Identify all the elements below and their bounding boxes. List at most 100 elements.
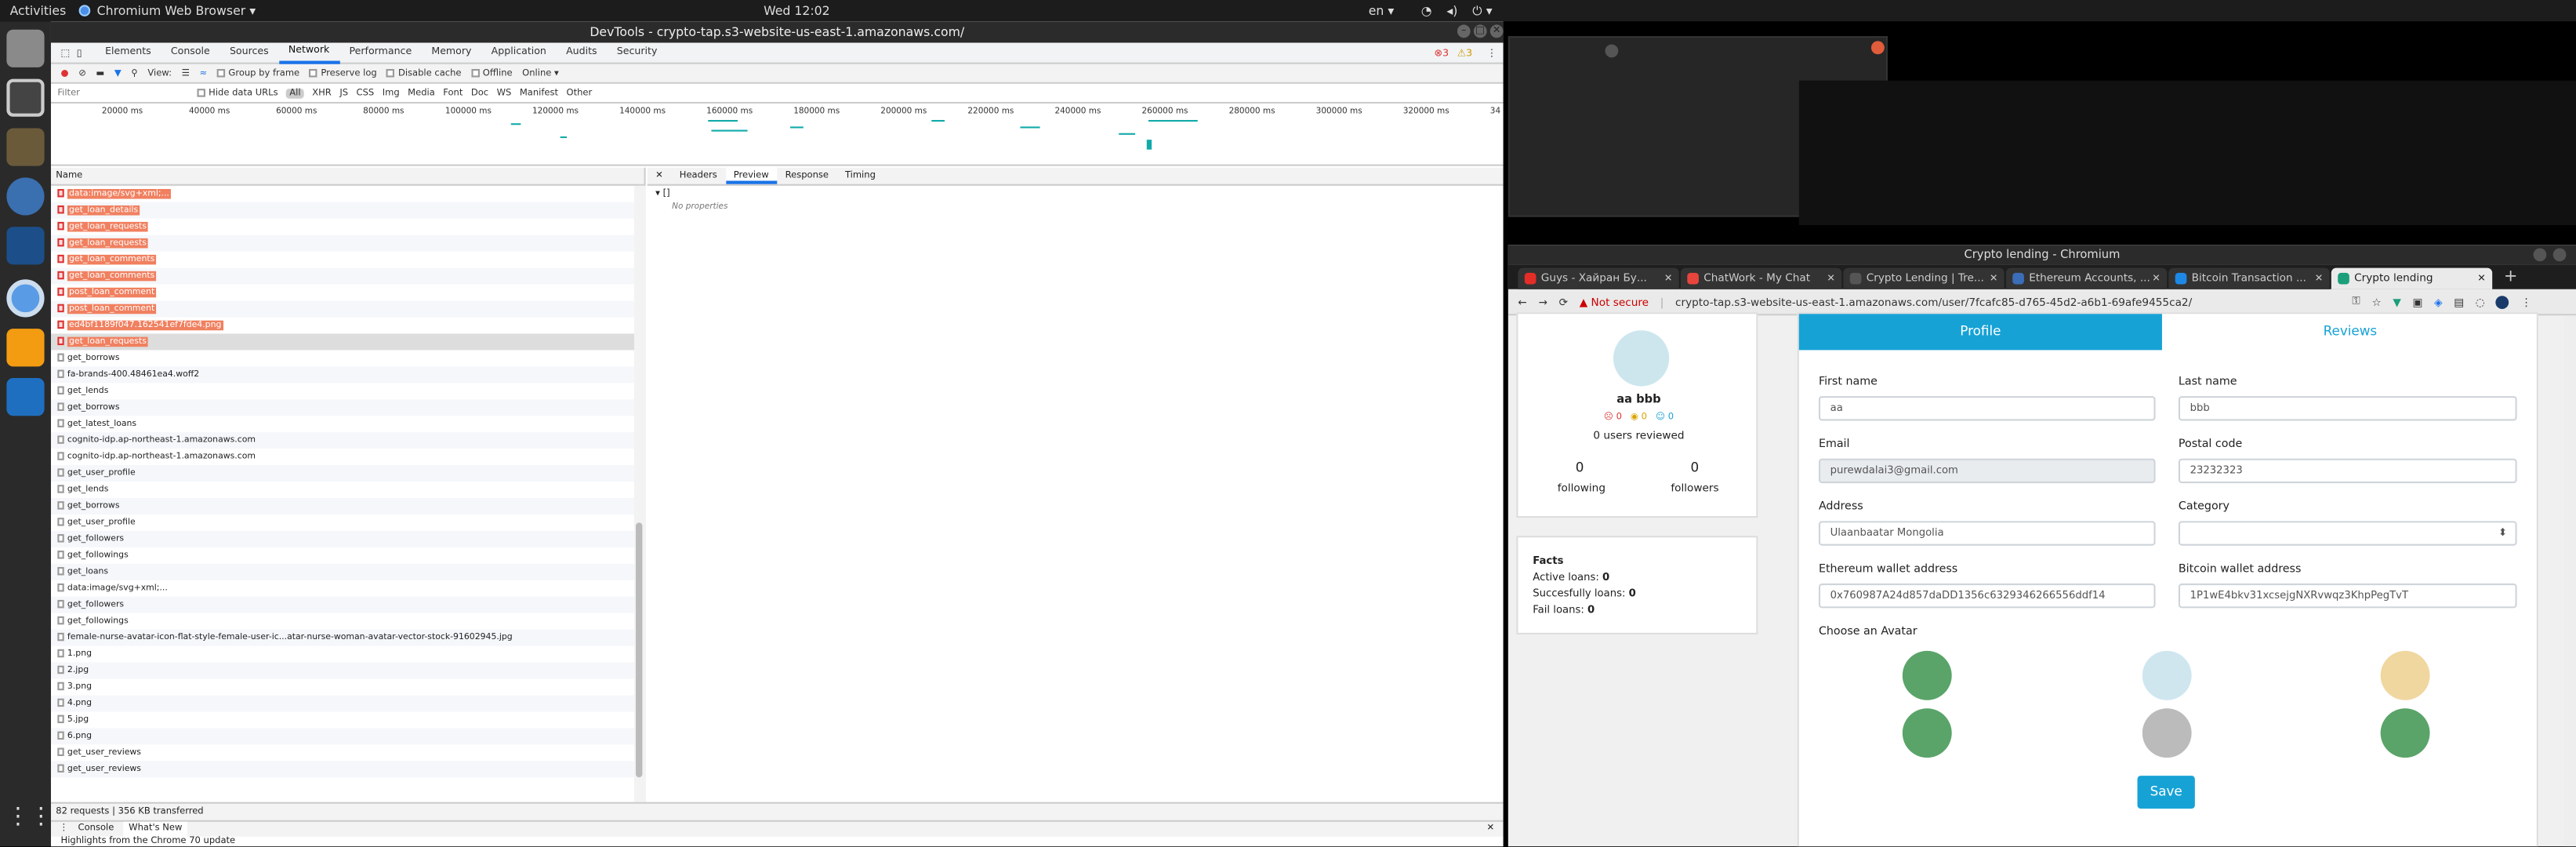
email-input[interactable]: purewdalai3@gmail.com (1818, 458, 2156, 484)
request-row[interactable]: 1.png (51, 646, 644, 663)
request-row[interactable]: get_borrows (50, 399, 644, 416)
close-tab-icon[interactable]: ✕ (2152, 268, 2161, 289)
request-row[interactable]: get_loan_details (50, 202, 644, 219)
firefox-icon[interactable] (6, 177, 45, 216)
close-tab-icon[interactable]: ✕ (1827, 268, 1835, 289)
tab-sources[interactable]: Sources (220, 42, 278, 62)
request-row[interactable]: get_loans (50, 563, 644, 580)
preview-root[interactable]: ▾ [] (648, 186, 1504, 202)
clock[interactable]: Wed 12:02 (0, 0, 1594, 21)
maximize-button[interactable]: □ (1473, 24, 1487, 38)
disable-cache-checkbox[interactable]: Disable cache (386, 67, 462, 78)
page-scrollbar[interactable] (2564, 315, 2576, 847)
request-row[interactable]: get_followers (50, 596, 644, 613)
throttling-select[interactable]: Online ▾ (522, 68, 559, 78)
extension-icon[interactable]: ▤ (2454, 295, 2464, 308)
tab-reviews[interactable]: Reviews (2162, 314, 2538, 350)
show-apps-icon[interactable]: ⋮⋮⋮ (6, 799, 75, 837)
close-tab-icon[interactable]: ✕ (2477, 268, 2486, 289)
request-row[interactable]: 6.png (50, 728, 644, 745)
browser-tab[interactable]: ChatWork - My Chat ✕ (1680, 267, 1842, 289)
tab-response[interactable]: Response (777, 168, 836, 184)
postal-code-input[interactable]: 23232323 (2178, 458, 2517, 484)
bitcoin-input[interactable]: 1P1wE4bkv31xcsejgNXRvwqz3KhpPegTvT (2178, 583, 2517, 609)
avatar-option-3[interactable] (2380, 650, 2430, 700)
overview-icon[interactable]: ≈ (199, 68, 207, 78)
requests-scroll-thumb[interactable] (636, 522, 643, 778)
following-count[interactable]: 0 (1576, 460, 1584, 475)
type-ws[interactable]: WS (497, 88, 512, 98)
close-icon[interactable] (1605, 44, 1619, 58)
chromium-dock-icon[interactable] (6, 279, 45, 318)
tab-headers[interactable]: Headers (671, 168, 725, 184)
back-icon[interactable]: ← (1518, 295, 1526, 308)
request-row[interactable]: 3.png (51, 679, 644, 696)
avatar-option-1[interactable] (1902, 650, 1952, 700)
security-indicator[interactable]: ▲ Not secure (1580, 295, 1649, 308)
address-bar[interactable]: crypto-tap.s3-website-us-east-1.amazonaw… (1675, 295, 2341, 308)
close-tab-icon[interactable]: ✕ (1990, 268, 1998, 289)
large-rows-icon[interactable]: ☰ (182, 68, 190, 78)
request-row[interactable]: ed4bf1189f047.162541ef7fde4.png (51, 317, 644, 333)
tab-performance[interactable]: Performance (339, 42, 422, 62)
minimize-button[interactable] (2533, 248, 2547, 262)
language-selector[interactable]: en ▾ (1369, 0, 1395, 21)
followers-count[interactable]: 0 (1690, 460, 1699, 475)
inspect-icon[interactable]: ⬚ (61, 47, 71, 59)
request-row[interactable]: fa-brands-400.48461ea4.woff2 (50, 366, 644, 384)
tab-profile[interactable]: Profile (1798, 314, 2162, 351)
mysql-workbench-icon[interactable] (6, 227, 45, 265)
request-row[interactable]: get_lends (51, 383, 644, 399)
tab-application[interactable]: Application (481, 42, 556, 62)
type-other[interactable]: Other (567, 88, 593, 98)
gimp-icon[interactable] (6, 128, 45, 166)
type-css[interactable]: CSS (357, 88, 375, 98)
browser-tab[interactable]: Guys - Хайран Бу... ✕ (1518, 267, 1679, 289)
capture-screenshots-icon[interactable]: ▬ (96, 68, 104, 78)
tab-audits[interactable]: Audits (556, 42, 607, 62)
type-font[interactable]: Font (443, 88, 463, 98)
system-tray[interactable]: ◔ ◂) ⏻ ▾ (1421, 0, 1493, 21)
tab-preview[interactable]: Preview (725, 167, 778, 184)
type-img[interactable]: Img (383, 88, 400, 98)
minimize-button[interactable]: – (1457, 24, 1471, 38)
category-select[interactable]: ⬍ (2178, 521, 2517, 546)
menu-icon[interactable]: ⋮ (2521, 295, 2532, 308)
request-row[interactable]: get_borrows (50, 497, 644, 514)
system-monitor-icon[interactable] (6, 78, 45, 117)
preserve-log-checkbox[interactable]: Preserve log (309, 67, 377, 78)
type-xhr[interactable]: XHR (312, 88, 332, 98)
more-options-icon[interactable]: ⋮ (1487, 47, 1497, 59)
tab-timing[interactable]: Timing (836, 168, 883, 184)
vscode-icon[interactable] (6, 378, 45, 416)
followers-label[interactable]: followers (1671, 482, 1718, 495)
request-row[interactable]: 4.png (50, 695, 644, 712)
request-row[interactable]: get_latest_loans (51, 416, 644, 432)
avatar-option-4[interactable] (1902, 708, 1952, 758)
close-preview-icon[interactable]: ✕ (648, 168, 672, 184)
extension-icon[interactable]: ◌ (2476, 295, 2485, 308)
request-row[interactable]: 5.jpg (51, 711, 644, 728)
request-row[interactable]: get_lends (51, 482, 644, 498)
address-input[interactable]: Ulaanbaatar Mongolia (1818, 521, 2156, 546)
first-name-input[interactable]: aa (1818, 396, 2156, 421)
browser-tab[interactable]: Crypto lending ✕ (2331, 267, 2493, 289)
save-button[interactable]: Save (2137, 776, 2195, 809)
request-row[interactable]: get_user_profile (50, 465, 644, 482)
last-name-input[interactable]: bbb (2178, 396, 2517, 421)
search-icon[interactable]: ⚲ (131, 68, 137, 78)
ethereum-input[interactable]: 0x760987A24d857daDD1356c6329346266556ddf… (1818, 583, 2156, 609)
drawer-tab-whats-new[interactable]: What's New (123, 821, 187, 837)
type-doc[interactable]: Doc (471, 88, 488, 98)
request-row[interactable]: data:image/svg+xml;... (51, 186, 644, 202)
request-row[interactable]: get_followers (50, 530, 644, 547)
network-overview-timeline[interactable]: 20000 ms 40000 ms 60000 ms 80000 ms 1000… (50, 104, 1504, 166)
error-count[interactable]: ⊗3 (1435, 47, 1449, 59)
browser-tab[interactable]: Bitcoin Transaction ... ✕ (2168, 267, 2330, 289)
close-button[interactable] (2552, 248, 2567, 262)
request-row[interactable]: post_loan_comment (51, 285, 644, 301)
extension-icon[interactable]: ▼ (2393, 295, 2400, 308)
tab-elements[interactable]: Elements (96, 42, 161, 62)
files-icon[interactable] (6, 29, 45, 67)
request-row[interactable]: get_followings (51, 547, 644, 564)
